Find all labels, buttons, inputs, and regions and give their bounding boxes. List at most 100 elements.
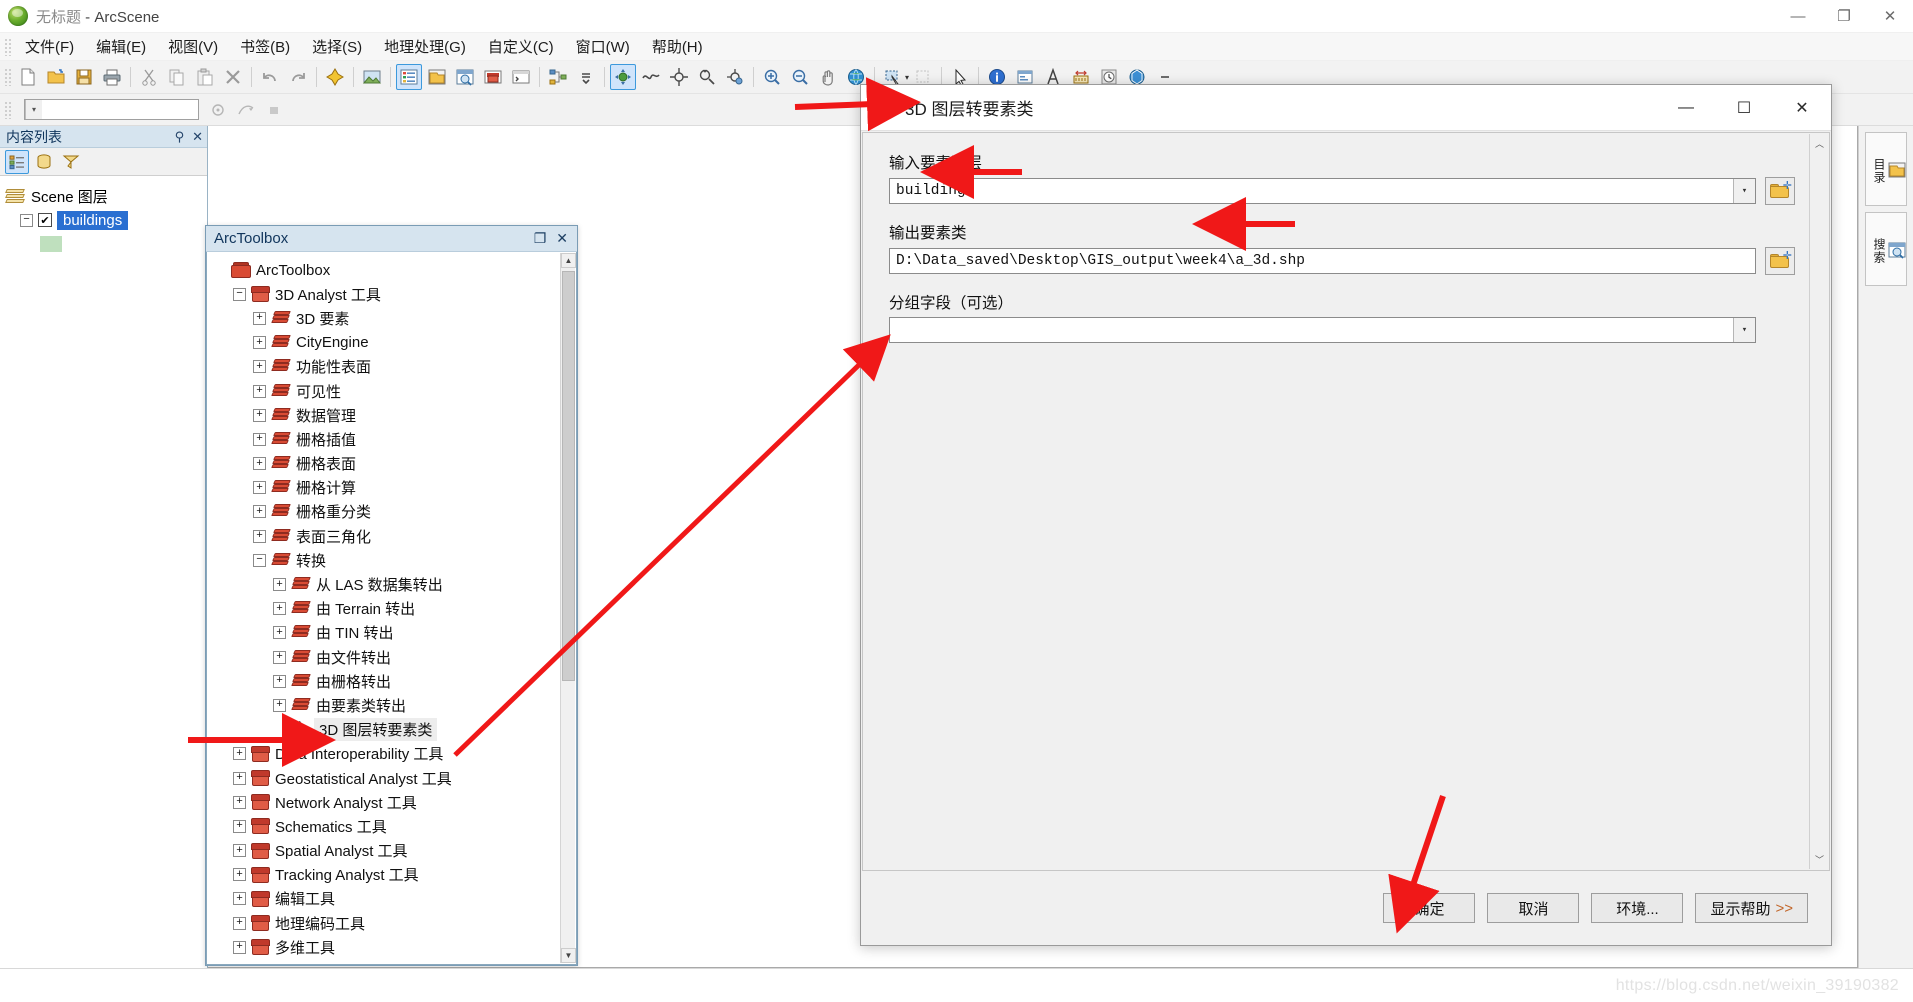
scene-overflow-icon[interactable] [261, 97, 287, 123]
tree-expander-icon[interactable]: + [273, 674, 286, 688]
maximize-button[interactable]: ❐ [1821, 0, 1867, 33]
minimize-button[interactable]: — [1775, 0, 1821, 33]
pan-hand-icon[interactable] [815, 64, 841, 90]
toc-layer-expander-icon[interactable]: − [20, 213, 33, 227]
navigate-tool-icon[interactable] [610, 64, 636, 90]
menu-geoprocessing[interactable]: 地理处理(G) [373, 33, 477, 60]
arctoolbox-scroll-thumb[interactable] [562, 271, 575, 681]
toolbox-tree-item[interactable]: + 地理编码工具 [213, 911, 576, 935]
dialog-close-button[interactable]: ✕ [1773, 85, 1831, 131]
scene-layer-combo[interactable]: ▾ [24, 99, 199, 120]
toolbox-window-icon[interactable] [480, 64, 506, 90]
add-data-icon[interactable] [322, 64, 348, 90]
tree-expander-icon[interactable]: − [233, 287, 246, 301]
cancel-button[interactable]: 取消 [1487, 893, 1580, 923]
fly-tool-icon[interactable] [638, 64, 664, 90]
tree-expander-icon[interactable]: + [233, 795, 246, 809]
tree-expander-icon[interactable]: + [273, 698, 286, 712]
toc-layer-checkbox[interactable]: ✔ [38, 213, 52, 227]
dialog-scroll-up-icon[interactable]: ︿ [1810, 134, 1829, 153]
tree-expander-icon[interactable]: + [233, 747, 246, 761]
environments-button[interactable]: 环境... [1591, 893, 1684, 923]
save-icon[interactable] [71, 64, 97, 90]
toolbox-tree-item[interactable]: + 由文件转出 [213, 645, 576, 669]
new-document-icon[interactable] [15, 64, 41, 90]
menu-edit[interactable]: 编辑(E) [85, 33, 157, 60]
menu-view[interactable]: 视图(V) [157, 33, 229, 60]
menu-grip[interactable] [4, 37, 12, 56]
toolbox-tree-item[interactable]: + 由要素类转出 [213, 693, 576, 717]
zoom-out-icon[interactable] [787, 64, 813, 90]
group-field-dropdown-arrow-icon[interactable]: ▾ [1733, 318, 1755, 342]
arctoolbox-restore-icon[interactable]: ❐ [534, 230, 547, 247]
list-by-source-icon[interactable] [32, 150, 56, 174]
open-folder-icon[interactable] [43, 64, 69, 90]
scene-properties-icon[interactable] [359, 64, 385, 90]
toc-layer-row-buildings[interactable]: − ✔ buildings [6, 208, 207, 232]
toolbox-tree-item[interactable]: 3D 图层转要素类 [213, 718, 576, 742]
toolbox-tree-item[interactable]: ArcToolbox [213, 258, 576, 282]
output-class-browse-button[interactable]: ✛ [1765, 247, 1795, 275]
catalog-window-icon[interactable] [424, 64, 450, 90]
zoom-to-target-icon[interactable] [694, 64, 720, 90]
dock-catalog-tab[interactable]: 目录 [1865, 132, 1907, 206]
cut-icon[interactable] [136, 64, 162, 90]
input-layer-browse-button[interactable]: ✛ [1765, 177, 1795, 205]
arctoolbox-scrollbar[interactable]: ▲ ▼ [560, 253, 576, 963]
menu-customize[interactable]: 自定义(C) [477, 33, 565, 60]
input-layer-combo[interactable]: buildings ▾ [889, 178, 1756, 204]
tree-expander-icon[interactable]: + [253, 481, 266, 495]
python-window-icon[interactable] [508, 64, 534, 90]
scene-toolbar-grip[interactable] [4, 100, 12, 119]
zoom-in-icon[interactable] [759, 64, 785, 90]
tree-expander-icon[interactable]: + [233, 892, 246, 906]
toolbox-tree-item[interactable]: + Tracking Analyst 工具 [213, 863, 576, 887]
toolbox-tree-item[interactable]: + Spatial Analyst 工具 [213, 839, 576, 863]
search-window-icon[interactable] [452, 64, 478, 90]
list-by-drawing-order-icon[interactable] [5, 149, 29, 174]
scene-layer-combo-arrow-icon[interactable]: ▾ [25, 100, 42, 119]
toolbox-tree-item[interactable]: + 可见性 [213, 379, 576, 403]
menu-help[interactable]: 帮助(H) [641, 33, 714, 60]
set-observer-icon[interactable] [722, 64, 748, 90]
print-icon[interactable] [99, 64, 125, 90]
toolbar-grip[interactable] [4, 68, 12, 86]
output-class-input[interactable]: D:\Data_saved\Desktop\GIS_output\week4\a… [889, 248, 1756, 274]
tree-expander-icon[interactable]: + [233, 819, 246, 833]
toolbox-tree-item[interactable]: + CityEngine [213, 331, 576, 355]
toolbox-tree-item[interactable]: + Network Analyst 工具 [213, 790, 576, 814]
tree-expander-icon[interactable]: + [273, 602, 286, 616]
copy-icon[interactable] [164, 64, 190, 90]
tree-expander-icon[interactable]: + [233, 940, 246, 954]
redo-icon[interactable] [285, 64, 311, 90]
scene-arrow-icon[interactable] [233, 97, 259, 123]
arctoolbox-scroll-up-icon[interactable]: ▲ [561, 253, 576, 268]
toolbox-tree-item[interactable]: + 由 TIN 转出 [213, 621, 576, 645]
menu-file[interactable]: 文件(F) [14, 33, 85, 60]
list-by-visibility-icon[interactable] [59, 150, 83, 174]
toolbox-tree-item[interactable]: + 数据管理 [213, 403, 576, 427]
scene-target-icon[interactable] [205, 97, 231, 123]
table-of-contents-icon[interactable] [396, 64, 422, 90]
tree-expander-icon[interactable]: + [233, 916, 246, 930]
toolbox-tree-item[interactable]: + 栅格插值 [213, 427, 576, 451]
toolbox-tree-item[interactable]: + Geostatistical Analyst 工具 [213, 766, 576, 790]
toolbox-tree-item[interactable]: + 多维工具 [213, 935, 576, 959]
tree-expander-icon[interactable]: + [253, 336, 266, 350]
tree-expander-icon[interactable]: − [253, 553, 266, 567]
toolbox-tree-item[interactable]: + 由栅格转出 [213, 669, 576, 693]
input-layer-dropdown-arrow-icon[interactable]: ▾ [1733, 179, 1755, 203]
toolbox-tree-item[interactable]: − 转换 [213, 548, 576, 572]
tree-expander-icon[interactable]: + [253, 384, 266, 398]
toolbox-tree-item[interactable]: + 栅格重分类 [213, 500, 576, 524]
delete-icon[interactable] [220, 64, 246, 90]
toolbox-tree-item[interactable]: + 栅格表面 [213, 452, 576, 476]
ok-button[interactable]: 确定 [1383, 893, 1476, 923]
menu-bookmarks[interactable]: 书签(B) [229, 33, 301, 60]
dialog-minimize-button[interactable]: — [1657, 85, 1715, 131]
menu-window[interactable]: 窗口(W) [565, 33, 641, 60]
arctoolbox-scroll-down-icon[interactable]: ▼ [561, 948, 576, 963]
model-builder-icon[interactable] [545, 64, 571, 90]
tree-expander-icon[interactable]: + [273, 626, 286, 640]
tree-expander-icon[interactable]: + [253, 360, 266, 374]
